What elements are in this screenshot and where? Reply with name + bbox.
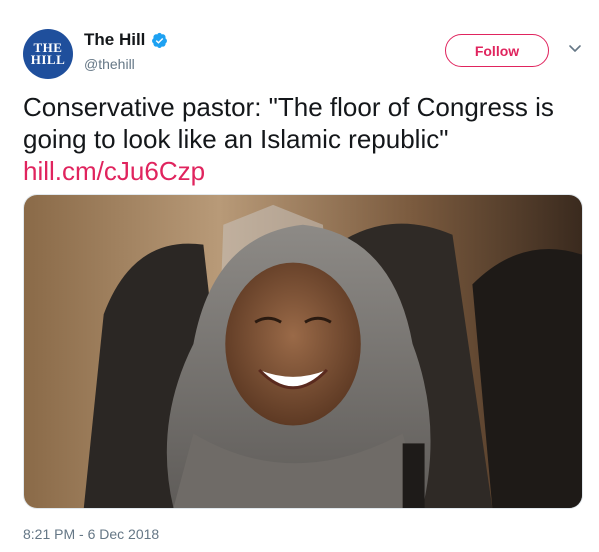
- name-row: The Hill: [84, 30, 168, 50]
- tweet-card: THE HILL The Hill @thehill Follow Conser…: [0, 0, 599, 552]
- follow-button[interactable]: Follow: [445, 34, 549, 67]
- account-handle[interactable]: @thehill: [84, 56, 135, 72]
- tweet-text: Conservative pastor: "The floor of Congr…: [23, 92, 554, 154]
- verified-badge-icon: [151, 32, 168, 49]
- display-name[interactable]: The Hill: [84, 30, 145, 50]
- tweet-link[interactable]: hill.cm/cJu6Czp: [23, 155, 205, 187]
- avatar[interactable]: THE HILL: [23, 29, 73, 79]
- avatar-text-line2: HILL: [30, 52, 66, 67]
- photo-image: [24, 195, 582, 508]
- tweet-photo[interactable]: [23, 194, 583, 509]
- chevron-down-icon[interactable]: [568, 41, 582, 55]
- tweet-timestamp[interactable]: 8:21 PM - 6 Dec 2018: [23, 526, 159, 542]
